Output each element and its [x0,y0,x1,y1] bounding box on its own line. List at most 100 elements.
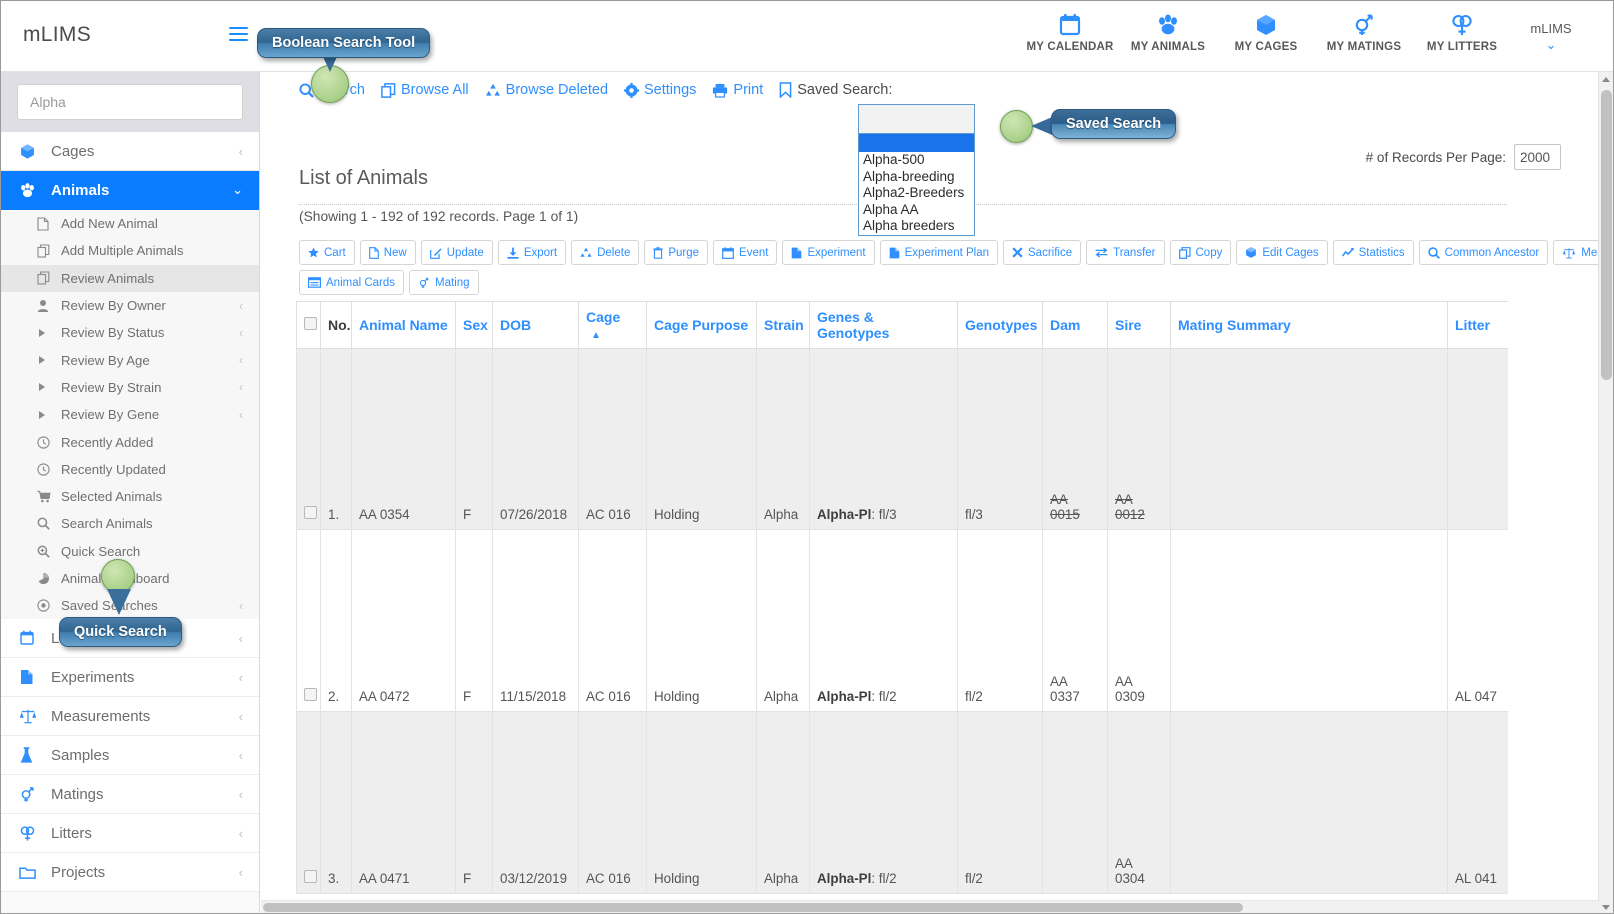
user-menu[interactable]: mLIMS ⌄ [1511,9,1591,53]
row-checkbox[interactable] [304,870,317,883]
vertical-scrollbar-thumb[interactable] [1601,90,1612,380]
row-checkbox[interactable] [304,688,317,701]
row-cage[interactable]: AC 016 [578,711,647,894]
sidebar-item-samples[interactable]: Samples ‹ [1,736,259,776]
export-button[interactable]: Export [497,240,567,265]
saved-search-option[interactable]: Alpha AA [859,202,974,219]
column-header-cage-purpose[interactable]: Cage Purpose [646,301,757,349]
sidebar-item-recently-added[interactable]: Recently Added [1,428,259,456]
row-cage[interactable]: AC 016 [578,529,647,712]
column-header-strain[interactable]: Strain [756,301,810,349]
new-button[interactable]: New [359,240,416,265]
column-header-mating-summary[interactable]: Mating Summary [1170,301,1448,349]
topnav-item-my-matings[interactable]: MY MATINGS [1315,9,1413,53]
sidebar-item-search-animals[interactable]: Search Animals [1,510,259,538]
sidebar-item-animals[interactable]: Animals ⌄ [1,171,259,210]
sidebar-item-matings[interactable]: Matings ‹ [1,775,259,815]
sidebar-item-review-by-owner[interactable]: Review By Owner ‹ [1,291,259,320]
row-animal-name[interactable]: AA 0471 [351,711,456,894]
column-header-genes-genotypes[interactable]: Genes & Genotypes [809,301,958,349]
sidebar-item-review-by-status[interactable]: Review By Status ‹ [1,319,259,347]
topnav-item-my-calendar[interactable]: MY CALENDAR [1021,9,1119,53]
purge-button[interactable]: Purge [644,240,709,265]
saved-search-option[interactable]: Alpha-breeding [859,169,974,186]
table-row[interactable]: 3. AA 0471 F 03/12/2019 AC 016 Holding A… [296,711,1508,894]
sidebar-item-projects[interactable]: Projects ‹ [1,853,259,893]
delete-button[interactable]: Delete [571,240,640,265]
row-checkbox[interactable] [304,506,317,519]
horizontal-scrollbar-thumb[interactable] [263,903,1243,912]
row-checkbox-cell[interactable] [296,529,321,712]
column-header-genotypes[interactable]: Genotypes [957,301,1043,349]
sidebar-item-add-multiple-animals[interactable]: Add Multiple Animals [1,237,259,265]
experiment-button[interactable]: Experiment [782,240,875,265]
row-dam[interactable]: AA 0337 [1042,529,1108,712]
toolbar-browse-deleted-link[interactable]: Browse Deleted [485,82,608,98]
row-checkbox-cell[interactable] [296,711,321,894]
row-sire[interactable]: AA 0309 [1107,529,1171,712]
row-checkbox-cell[interactable] [296,348,321,530]
horizontal-scrollbar[interactable] [261,900,1600,913]
sidebar-item-litters[interactable]: Litters ‹ [1,814,259,854]
sidebar-item-review-by-strain[interactable]: Review By Strain ‹ [1,373,259,402]
event-button[interactable]: Event [713,240,778,265]
topnav-item-my-animals[interactable]: MY ANIMALS [1119,9,1217,53]
saved-search-option[interactable]: Alpha-500 [859,152,974,169]
row-litter[interactable]: AL 041 [1447,711,1508,894]
sidebar-item-experiments[interactable]: Experiments ‹ [1,658,259,698]
row-cage[interactable]: AC 016 [578,348,647,530]
row-sire[interactable]: AA 0012 [1107,348,1171,530]
column-header-sex[interactable]: Sex [455,301,493,349]
sidebar-item-recently-updated[interactable]: Recently Updated [1,455,259,483]
row-no[interactable]: 1. [320,348,352,530]
saved-search-option-empty[interactable] [859,134,974,152]
saved-search-option[interactable]: Alpha breeders [859,218,974,235]
column-header-dam[interactable]: Dam [1042,301,1108,349]
edit-cages-button[interactable]: Edit Cages [1236,240,1328,265]
row-dam[interactable]: AA 0015 [1042,348,1108,530]
copy-button[interactable]: Copy [1169,240,1232,265]
topnav-item-my-cages[interactable]: MY CAGES [1217,9,1315,53]
row-litter[interactable] [1447,348,1508,530]
statistics-button[interactable]: Statistics [1332,240,1414,265]
column-header-dob[interactable]: DOB [492,301,579,349]
row-sire[interactable]: AA 0304 [1107,711,1171,894]
column-header-cage[interactable]: Cage ▲ [578,301,647,349]
select-all-header[interactable] [296,301,321,349]
scroll-up-icon[interactable] [1602,77,1610,82]
toolbar-print-link[interactable]: Print [712,82,763,98]
animals-table-wrapper[interactable]: No. Animal Name Sex DOB Cage ▲ Cage Purp… [296,301,1508,901]
row-animal-name[interactable]: AA 0472 [351,529,456,712]
mating-button[interactable]: Mating [409,270,479,295]
row-dam[interactable] [1042,711,1108,894]
row-litter[interactable]: AL 047 [1447,529,1508,712]
table-row[interactable]: 1. AA 0354 F 07/26/2018 AC 016 Holding A… [296,348,1508,530]
sacrifice-button[interactable]: Sacrifice [1003,240,1082,265]
topnav-item-my-litters[interactable]: MY LITTERS [1413,9,1511,53]
vertical-scrollbar[interactable] [1598,72,1613,913]
transfer-button[interactable]: Transfer [1086,240,1165,265]
sidebar-item-review-by-gene[interactable]: Review By Gene ‹ [1,401,259,429]
saved-search-select[interactable] [858,104,975,134]
records-per-page-input[interactable] [1514,144,1561,170]
column-header-sire[interactable]: Sire [1107,301,1171,349]
row-no[interactable]: 2. [320,529,352,712]
table-row[interactable]: 2. AA 0472 F 11/15/2018 AC 016 Holding A… [296,529,1508,712]
scroll-down-icon[interactable] [1602,905,1610,910]
hamburger-menu-icon[interactable] [229,27,248,42]
common-ancestor-button[interactable]: Common Ancestor [1418,240,1549,265]
sidebar-item-review-by-age[interactable]: Review By Age ‹ [1,346,259,374]
sidebar-item-cages[interactable]: Cages ‹ [1,132,259,171]
sidebar-item-quick-search[interactable]: Quick Search [1,537,259,565]
update-button[interactable]: Update [420,240,493,265]
sidebar-item-selected-animals[interactable]: Selected Animals [1,482,259,511]
experiment-plan-button[interactable]: Experiment Plan [879,240,998,265]
sidebar-search-input[interactable] [17,84,243,120]
column-header-litter[interactable]: Litter [1447,301,1508,349]
animal-cards-button[interactable]: Animal Cards [299,270,405,295]
sidebar-item-add-new-animal[interactable]: Add New Animal [1,210,259,238]
row-animal-name[interactable]: AA 0354 [351,348,456,530]
toolbar-browse-all-link[interactable]: Browse All [381,82,469,98]
saved-search-option[interactable]: Alpha2-Breeders [859,185,974,202]
cart-button[interactable]: Cart [299,240,355,265]
